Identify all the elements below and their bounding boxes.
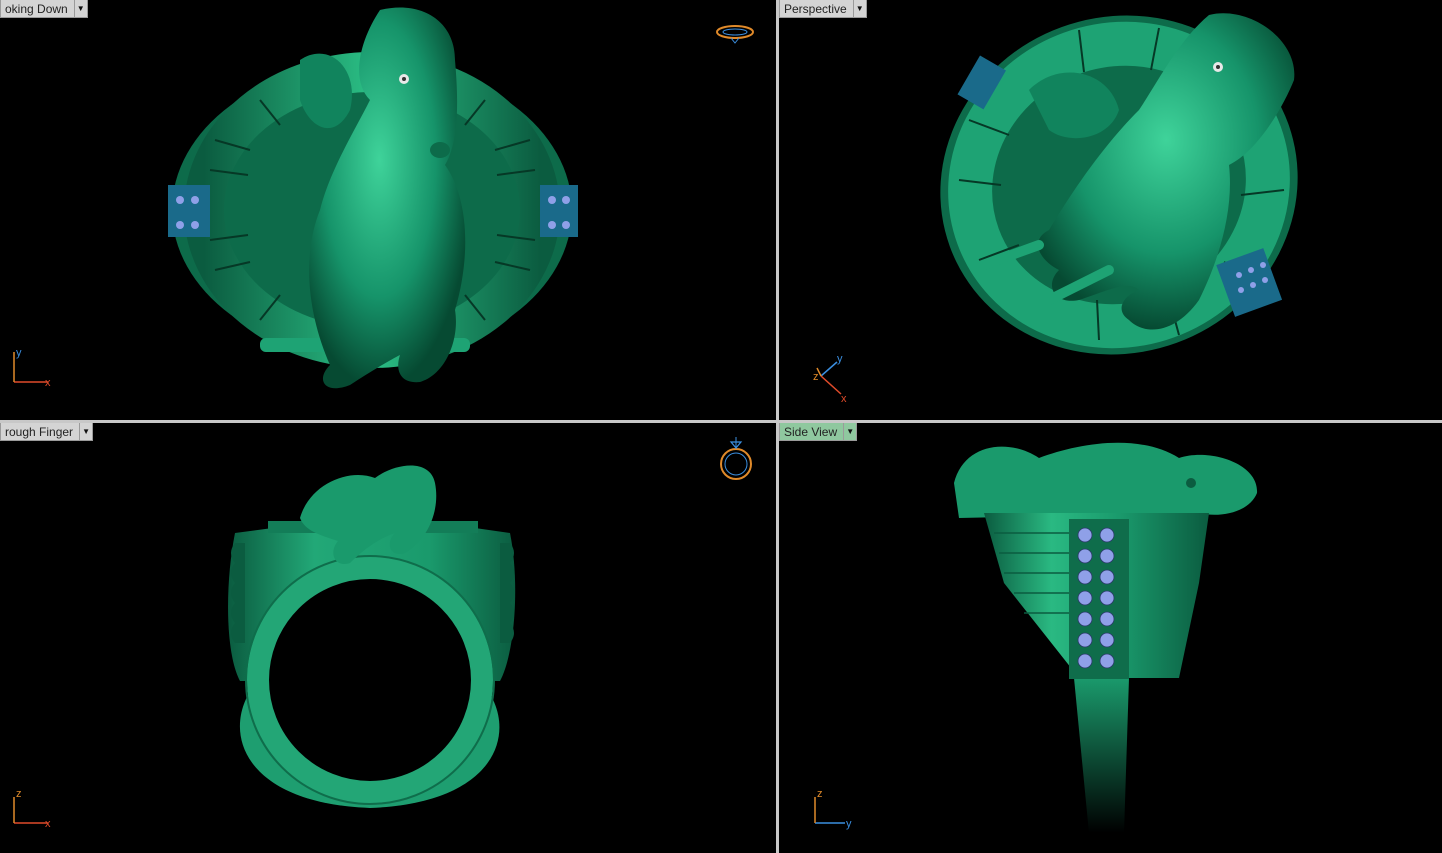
axis-triad-icon: z y x — [813, 353, 847, 405]
ring-model-perspective-view — [940, 13, 1298, 355]
axis-label-x: x — [45, 377, 51, 389]
viewport-through-finger[interactable]: rough Finger ▼ z x — [0, 423, 776, 853]
axis-label-z: z — [813, 371, 819, 383]
ring-model-front-view — [228, 465, 516, 808]
ring-orientation-icon — [720, 437, 752, 480]
viewport-side-view[interactable]: Side View ▼ z y — [779, 423, 1442, 853]
axis-triad-icon: y x — [13, 347, 51, 389]
axis-label-y: y — [837, 353, 843, 365]
axis-triad-icon: z x — [13, 788, 51, 830]
viewport-divider-horizontal[interactable] — [0, 420, 1442, 423]
ring-model-top-view — [168, 7, 578, 389]
axis-label-z: z — [817, 788, 823, 800]
viewport-looking-down[interactable]: oking Down ▼ y x — [0, 0, 776, 420]
viewport-perspective[interactable]: Perspective ▼ z y x — [779, 0, 1442, 420]
axis-label-x: x — [45, 818, 51, 830]
axis-label-z: z — [16, 788, 22, 800]
axis-label-x: x — [841, 393, 847, 405]
ring-orientation-icon — [716, 25, 754, 44]
axis-triad-icon: z y — [814, 788, 852, 830]
viewport-divider-vertical[interactable] — [776, 0, 779, 853]
axis-label-y: y — [16, 347, 22, 359]
axis-label-y: y — [846, 818, 852, 830]
ring-model-side-view — [954, 442, 1258, 833]
